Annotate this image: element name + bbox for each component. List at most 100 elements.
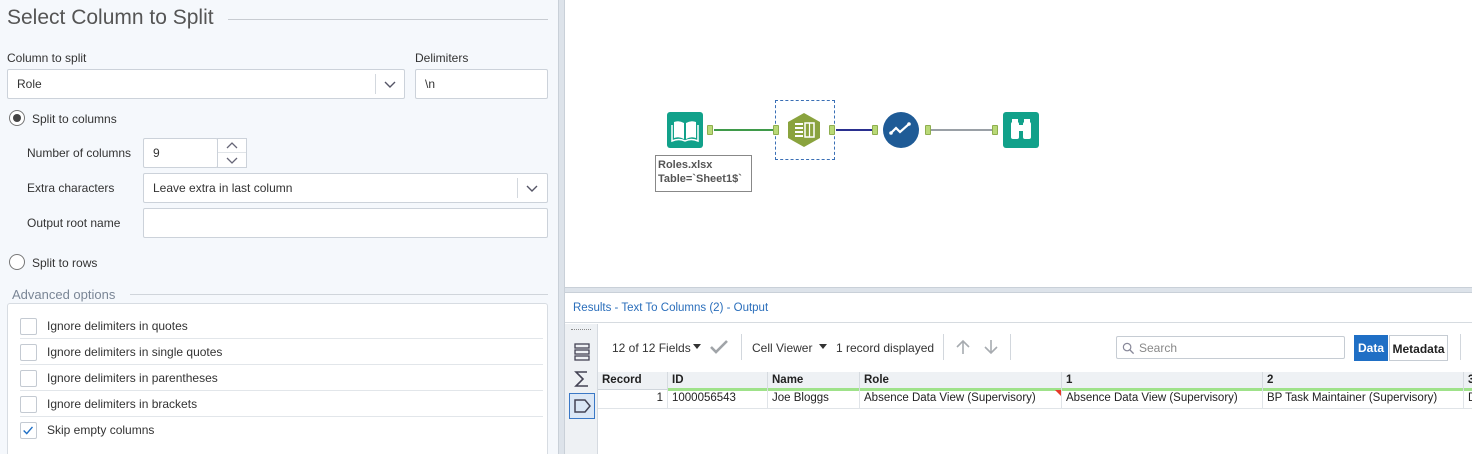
truncation-flag-icon [1055,390,1061,396]
option-ignore-brackets[interactable]: Ignore delimiters in brackets [20,391,543,417]
tag-view-button[interactable] [569,393,595,419]
name-cell[interactable]: Joe Bloggs [768,390,860,408]
input-anchor[interactable] [872,125,878,135]
tag-icon [574,399,591,413]
toolbar-divider [1010,334,1011,360]
column-header[interactable]: 1 [1062,372,1263,391]
connection-line [836,129,874,131]
vertical-splitter[interactable] [558,0,565,454]
split-to-rows-radio[interactable] [9,254,25,270]
column-to-split-value: Role [17,77,42,91]
input-data-tool[interactable] [667,112,703,148]
panel-title: Select Column to Split [7,6,214,29]
records-count: 1 record displayed [836,341,935,355]
checkbox[interactable] [20,396,37,413]
split-cell-2[interactable]: BP Task Maintainer (Supervisory) [1263,390,1464,408]
results-side-rail [565,324,598,454]
chevron-down-icon [384,81,396,88]
option-skip-empty-columns[interactable]: Skip empty columns [20,417,543,443]
column-header[interactable]: 3 [1464,372,1472,391]
split-cell-1[interactable]: Absence Data View (Supervisory) [1062,390,1263,408]
number-of-columns-stepper [217,138,247,168]
grip-handle[interactable] [571,329,591,331]
table-rows-icon [574,343,590,361]
id-cell[interactable]: 1000056543 [668,390,768,408]
checkmark-icon[interactable] [709,338,729,356]
checkbox[interactable] [20,318,37,335]
chevron-down-icon [526,185,538,192]
dropdown-separator [517,178,518,198]
sigma-icon [574,371,588,387]
output-anchor[interactable] [829,125,835,135]
role-cell[interactable]: Absence Data View (Supervisory) [860,390,1062,408]
column-header-label: Name [772,374,804,386]
output-anchor[interactable] [925,125,931,135]
delimiters-input[interactable]: \n [415,69,548,99]
results-title: Results - Text To Columns (2) - Output [573,302,769,314]
split-cell-3[interactable]: D [1464,390,1472,408]
column-header[interactable]: ID [668,372,768,391]
caret-down-icon[interactable] [819,344,827,350]
advanced-options-list: Ignore delimiters in quotes Ignore delim… [7,303,548,454]
role-cell-text: Absence Data View (Supervisory) [864,392,1036,404]
extra-characters-dropdown[interactable]: Leave extra in last column [143,173,548,203]
annotation-line: Roles.xlsx [658,159,713,171]
column-header[interactable]: Name [768,372,860,391]
text-to-columns-tool[interactable] [786,112,822,148]
annotation-line: Table=`Sheet1$` [658,173,742,185]
select-records-tool[interactable] [883,112,919,148]
column-header[interactable]: 2 [1263,372,1464,391]
number-of-columns-input[interactable]: 9 [143,138,218,168]
checkbox[interactable] [20,370,37,387]
advanced-options-heading: Advanced options [12,287,116,302]
search-input[interactable]: Search [1116,336,1345,359]
metadata-tab[interactable]: Metadata [1389,335,1448,361]
checkbox[interactable] [20,344,37,361]
browse-icon [1003,112,1039,148]
split-to-columns-label: Split to columns [32,112,117,126]
column-header-label: Role [864,374,889,386]
option-ignore-parentheses[interactable]: Ignore delimiters in parentheses [20,365,543,391]
caret-down-icon[interactable] [693,344,701,350]
output-root-name-input[interactable] [143,208,548,238]
summary-view-button[interactable] [569,366,595,392]
option-label: Ignore delimiters in brackets [47,397,198,411]
fields-selector[interactable]: 12 of 12 Fields [612,341,691,355]
cell-viewer-selector[interactable]: Cell Viewer [752,341,812,355]
browse-tool[interactable] [1003,112,1039,148]
column-to-split-dropdown[interactable]: Role [7,69,405,99]
output-anchor[interactable] [707,125,713,135]
dropdown-separator [375,74,376,94]
arrow-up-icon[interactable] [954,338,972,356]
grid-header-row: Record ID Name Role 1 2 3 [598,372,1472,391]
checkbox-checked[interactable] [20,422,37,439]
split-to-columns-radio[interactable] [9,110,25,126]
number-of-columns-value: 9 [153,146,160,160]
stepper-down-button[interactable] [218,153,246,167]
option-ignore-quotes[interactable]: Ignore delimiters in quotes [20,313,543,339]
select-records-icon [883,112,919,148]
arrow-down-icon[interactable] [982,338,1000,356]
app-window: Select Column to Split Column to split R… [0,0,1472,454]
connection-line [931,129,993,131]
table-row[interactable]: 1 1000056543 Joe Bloggs Absence Data Vie… [598,390,1472,409]
workflow-canvas[interactable]: Roles.xlsx Table=`Sheet1$` [565,0,1472,287]
toolbar-divider [1460,334,1461,360]
input-anchor[interactable] [773,125,779,135]
toolbar-divider [741,334,742,360]
input-data-icon [667,112,703,148]
stepper-up-button[interactable] [218,139,246,153]
delimiters-value: \n [425,77,436,91]
column-header-label: 1 [1066,374,1073,386]
input-anchor[interactable] [992,125,998,135]
table-view-button[interactable] [569,339,595,365]
results-toolbar: 12 of 12 Fields Cell Viewer 1 record dis… [598,324,1472,371]
column-header[interactable]: Role [860,372,1062,391]
results-header: Results - Text To Columns (2) - Output [565,293,1472,323]
column-header[interactable]: Record [598,372,668,390]
option-ignore-single-quotes[interactable]: Ignore delimiters in single quotes [20,339,543,365]
option-label: Ignore delimiters in single quotes [47,345,223,359]
data-tab[interactable]: Data [1354,335,1388,361]
column-to-split-label: Column to split [7,51,87,65]
column-header-label: ID [672,374,684,386]
